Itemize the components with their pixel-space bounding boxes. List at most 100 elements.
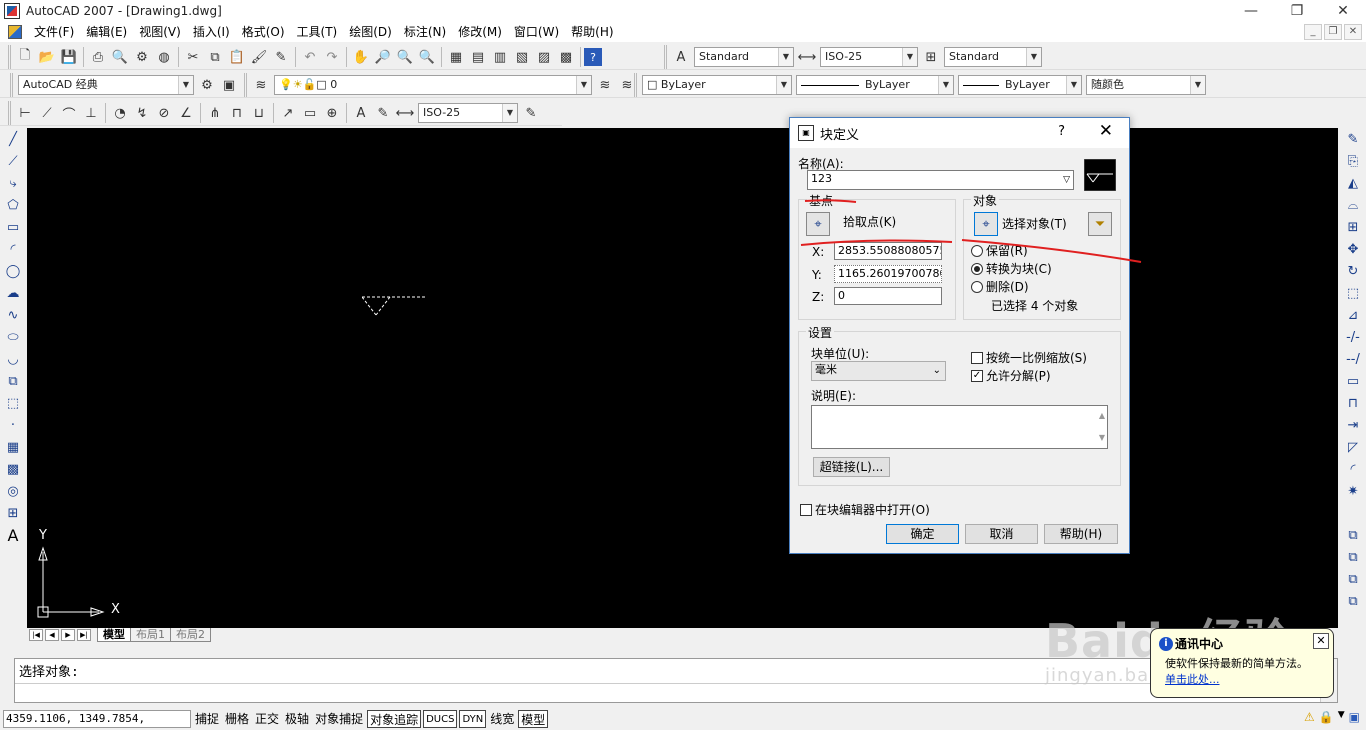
maximize-button[interactable]: ❐ [1274, 0, 1320, 22]
prev-tab-icon[interactable]: ◀ [45, 629, 59, 641]
polyline-icon[interactable]: ⤷ [2, 172, 24, 194]
design-center-icon[interactable]: ▤ [467, 46, 489, 68]
scale-icon[interactable]: ⬚ [1342, 282, 1364, 304]
ducs-toggle[interactable]: DUCS [423, 710, 458, 728]
zoom-realtime-icon[interactable]: 🔎 [372, 46, 394, 68]
spline-icon[interactable]: ∿ [2, 304, 24, 326]
tab-model[interactable]: 模型 [97, 628, 131, 642]
fillet-icon[interactable]: ◜ [1342, 458, 1364, 480]
block-name-combo[interactable]: 123 ▽ [807, 170, 1074, 190]
save-icon[interactable]: 💾 [58, 46, 80, 68]
array-icon[interactable]: ⊞ [1342, 216, 1364, 238]
dim-text-edit-icon[interactable]: ✎ [372, 102, 394, 124]
text-style-icon[interactable]: A [670, 46, 692, 68]
calculator-icon[interactable]: ▩ [555, 46, 577, 68]
dim-style-select-2[interactable]: ISO-25 ▼ [418, 103, 518, 123]
delete-radio[interactable]: 删除(D) [971, 278, 1029, 295]
construction-line-icon[interactable]: ⟋ [2, 150, 24, 172]
rectangle-icon[interactable]: ▭ [2, 216, 24, 238]
menu-modify[interactable]: 修改(M) [452, 22, 508, 42]
ordinate-dim-icon[interactable]: ⊥ [80, 102, 102, 124]
grid-toggle[interactable]: 栅格 [223, 710, 251, 728]
base-y-field[interactable]: 1165.260197007806 [834, 265, 942, 283]
make-current-layer-icon[interactable]: ≋ [594, 74, 616, 96]
lock-icon[interactable]: 🔒 [1319, 710, 1334, 724]
undo-icon[interactable]: ↶ [299, 46, 321, 68]
aligned-dim-icon[interactable]: ⟋ [36, 102, 58, 124]
break-icon[interactable]: ⊓ [1342, 392, 1364, 414]
clean-screen-icon[interactable]: ▣ [1349, 710, 1360, 724]
center-mark-icon[interactable]: ⊕ [321, 102, 343, 124]
block-units-select[interactable]: 毫米 ⌄ [811, 361, 946, 381]
description-textarea[interactable]: ▲ ▼ [811, 405, 1108, 449]
doc-restore-button[interactable]: ❐ [1324, 24, 1342, 40]
dialog-close-button[interactable]: ✕ [1099, 121, 1113, 141]
publish-icon[interactable]: ⚙ [131, 46, 153, 68]
doc-minimize-button[interactable]: _ [1304, 24, 1322, 40]
close-icon[interactable]: ✕ [1313, 633, 1329, 649]
continue-dim-icon[interactable]: ⊔ [248, 102, 270, 124]
dyn-toggle[interactable]: DYN [459, 710, 487, 728]
tab-layout2[interactable]: 布局2 [170, 628, 211, 642]
dim-update-icon[interactable]: ⟷ [394, 102, 416, 124]
balloon-link[interactable]: 单击此处... [1165, 671, 1325, 687]
explode-icon[interactable]: ✷ [1342, 480, 1364, 502]
trim-icon[interactable]: -/- [1342, 326, 1364, 348]
insert-block-icon[interactable]: ⧉ [2, 370, 24, 392]
print-preview-icon[interactable]: 🔍 [109, 46, 131, 68]
dim-style-icon[interactable]: ⟷ [796, 46, 818, 68]
workspace-select[interactable]: AutoCAD 经典 ▼ [18, 75, 194, 95]
close-button[interactable]: ✕ [1320, 0, 1366, 22]
quick-dim-icon[interactable]: ⋔ [204, 102, 226, 124]
lineweight-toggle[interactable]: 线宽 [488, 710, 516, 728]
allow-explode-checkbox[interactable]: ✓ 允许分解(P) [971, 367, 1051, 384]
ortho-toggle[interactable]: 正交 [253, 710, 281, 728]
new-icon[interactable]: 🗋 [14, 46, 36, 68]
break-at-point-icon[interactable]: ▭ [1342, 370, 1364, 392]
mirror-icon[interactable]: ◭ [1342, 172, 1364, 194]
send-back-icon[interactable]: ⧉ [1342, 568, 1364, 590]
angular-dim-icon[interactable]: ∠ [175, 102, 197, 124]
dialog-help-button[interactable]: ? [1058, 124, 1065, 139]
help-icon[interactable]: ? [584, 48, 602, 66]
hyperlink-button[interactable]: 超链接(L)... [813, 457, 890, 477]
open-icon[interactable]: 📂 [36, 46, 58, 68]
copy-object-icon[interactable]: ⎘ [1342, 150, 1364, 172]
stretch-icon[interactable]: ⊿ [1342, 304, 1364, 326]
scroll-down-icon[interactable]: ▼ [1099, 430, 1105, 446]
quick-leader-icon[interactable]: ↗ [277, 102, 299, 124]
coordinate-display[interactable]: 4359.1106, 1349.7854, 0.0000 [3, 710, 191, 730]
select-objects-button[interactable]: ⌖ [974, 212, 998, 236]
layer-properties-icon[interactable]: ≋ [250, 74, 272, 96]
polygon-icon[interactable]: ⬠ [2, 194, 24, 216]
open-in-block-editor-checkbox[interactable]: 在块编辑器中打开(O) [800, 501, 930, 518]
table-icon[interactable]: ⊞ [2, 502, 24, 524]
minimize-button[interactable]: — [1228, 0, 1274, 22]
otrack-toggle[interactable]: 对象追踪 [367, 710, 422, 728]
tolerance-icon[interactable]: ▭ [299, 102, 321, 124]
sheet-set-icon[interactable]: ▧ [511, 46, 533, 68]
3d-dwf-icon[interactable]: ◍ [153, 46, 175, 68]
copy-icon[interactable]: ⧉ [204, 46, 226, 68]
layer-select[interactable]: 💡☀🔓□ 0 ▼ [274, 75, 592, 95]
draw-order-icon[interactable]: ⧉ [1342, 524, 1364, 546]
quick-select-button[interactable]: ⏷ [1088, 212, 1112, 236]
lineweight-select[interactable]: ByLayer ▼ [958, 75, 1082, 95]
linetype-select[interactable]: ByLayer ▼ [796, 75, 954, 95]
jogged-dim-icon[interactable]: ↯ [131, 102, 153, 124]
workspace-settings-icon[interactable]: ⚙ [196, 74, 218, 96]
uniform-scale-checkbox[interactable]: 按统一比例缩放(S) [971, 349, 1087, 366]
snap-toggle[interactable]: 捕捉 [193, 710, 221, 728]
markup-icon[interactable]: ▨ [533, 46, 555, 68]
tab-layout1[interactable]: 布局1 [130, 628, 171, 642]
last-tab-icon[interactable]: ▶| [77, 629, 91, 641]
osnap-toggle[interactable]: 对象捕捉 [313, 710, 365, 728]
offset-icon[interactable]: ⌓ [1342, 194, 1364, 216]
hatch-icon[interactable]: ▦ [2, 436, 24, 458]
join-icon[interactable]: ⇥ [1342, 414, 1364, 436]
menu-edit[interactable]: 编辑(E) [80, 22, 133, 42]
base-z-field[interactable]: 0 [834, 287, 942, 305]
match-properties-icon[interactable]: 🖌 [248, 46, 270, 68]
pick-point-button[interactable]: ⌖ [806, 212, 830, 236]
menu-tools[interactable]: 工具(T) [291, 22, 344, 42]
